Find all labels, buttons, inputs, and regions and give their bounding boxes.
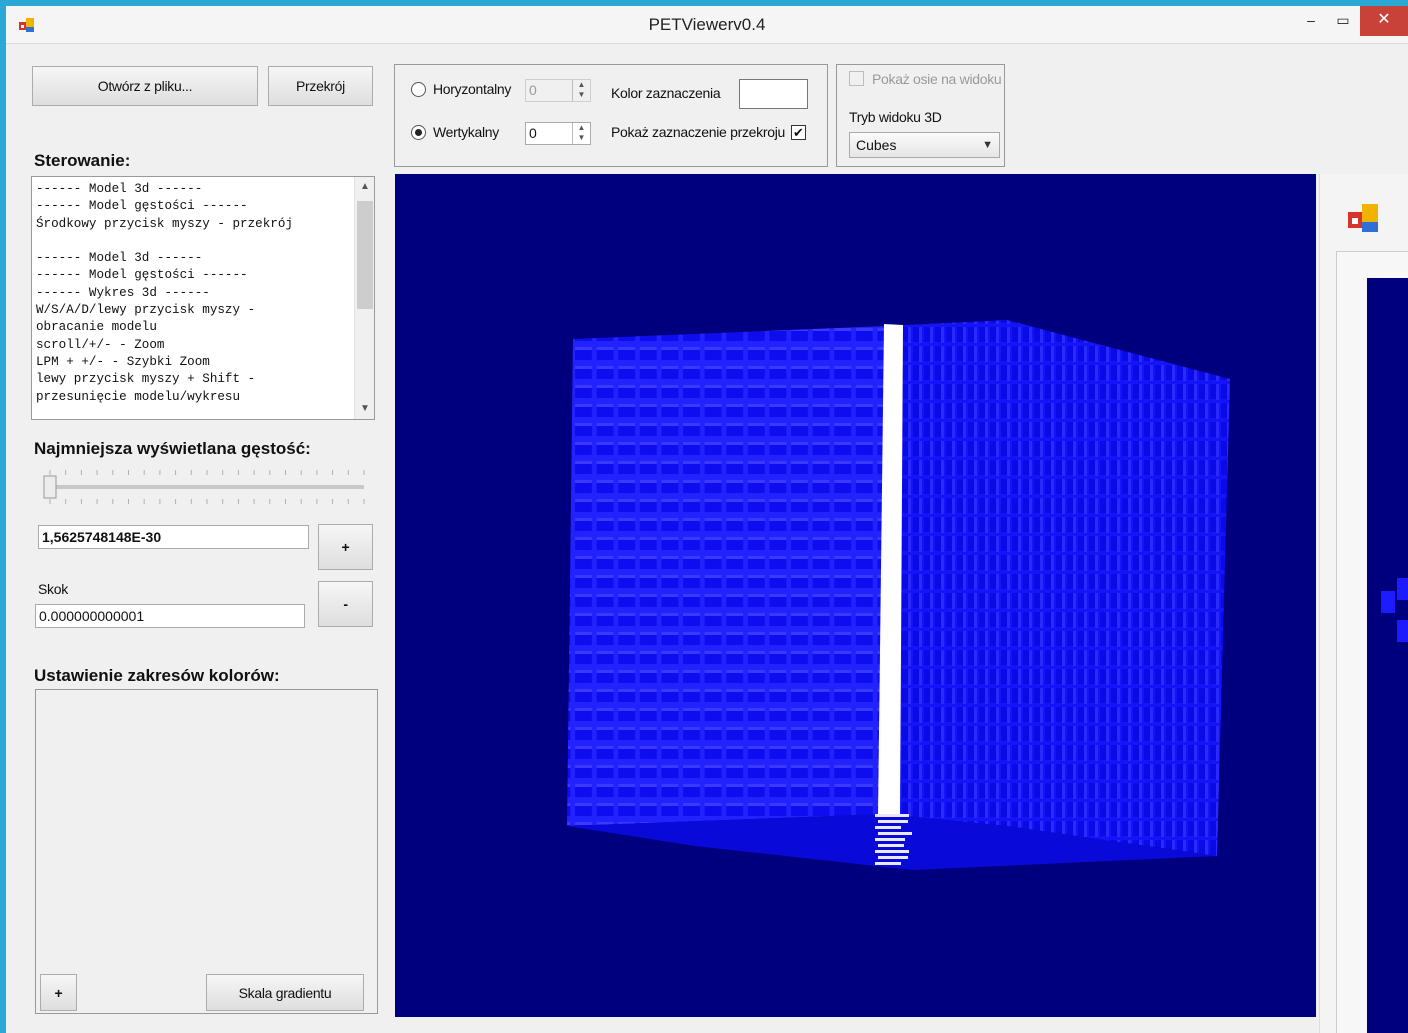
- slice-ridge: [878, 820, 908, 823]
- color-ranges-panel: + Skala gradientu: [35, 689, 378, 1014]
- density-slider[interactable]: [36, 464, 370, 510]
- app-icon: [1348, 204, 1378, 232]
- scroll-down-icon[interactable]: ▼: [355, 399, 374, 419]
- vertical-label: Wertykalny: [433, 124, 499, 140]
- slice-ridge: [878, 832, 912, 835]
- step-label: Skok: [38, 581, 68, 597]
- highlight-color-swatch[interactable]: [739, 79, 808, 109]
- app-window: PETViewerv0.4 – ▭ ✕ Otwórz z pliku... Pr…: [6, 6, 1408, 1033]
- view-mode-value: Cubes: [856, 137, 897, 153]
- slider-thumb[interactable]: [43, 475, 57, 499]
- show-section-label: Pokaż zaznaczenie przekroju: [611, 124, 785, 140]
- show-section-checkbox[interactable]: ✔: [791, 125, 806, 140]
- density-minus-button[interactable]: -: [318, 581, 373, 627]
- chevron-down-icon: ▼: [982, 139, 993, 151]
- slice-ridge: [875, 814, 909, 817]
- second-window-panel: [1319, 174, 1408, 1033]
- voxel-fragment: [1397, 620, 1408, 642]
- horizontal-value: 0: [529, 82, 537, 98]
- vertical-value: 0: [529, 125, 537, 141]
- density-value-field[interactable]: 1,5625748148E-30: [38, 525, 309, 549]
- horizontal-radio[interactable]: [411, 82, 426, 97]
- color-ranges-heading: Ustawienie zakresów kolorów:: [34, 666, 280, 685]
- scroll-up-icon[interactable]: ▲: [355, 177, 374, 197]
- window-title: PETViewerv0.4: [648, 15, 766, 34]
- voxel-cube-render: [567, 320, 1230, 870]
- step-field[interactable]: 0.000000000001: [35, 604, 305, 628]
- gradient-scale-button[interactable]: Skala gradientu: [206, 974, 364, 1011]
- controls-textbox[interactable]: ------ Model 3d ------ ------ Model gęst…: [31, 176, 375, 420]
- density-heading: Najmniejsza wyświetlana gęstość:: [34, 439, 311, 458]
- section-options-group: Horyzontalny 0 ▲ ▼ Wertykalny 0 ▲ ▼ Kolor …: [394, 64, 828, 167]
- show-axes-checkbox[interactable]: [849, 71, 864, 86]
- vertical-radio[interactable]: [411, 125, 426, 140]
- slice-ridge: [875, 862, 901, 865]
- vertical-stepper[interactable]: 0 ▲ ▼: [525, 122, 591, 145]
- show-axes-label: Pokaż osie na widoku: [872, 71, 1002, 87]
- slice-ridge: [875, 850, 909, 853]
- highlight-color-label: Kolor zaznaczenia: [611, 85, 721, 101]
- section-button[interactable]: Przekrój: [268, 66, 373, 106]
- slice-ridge: [875, 838, 905, 841]
- second-viewport[interactable]: [1367, 278, 1408, 1033]
- density-plus-button[interactable]: +: [318, 524, 373, 570]
- second-viewport-frame: [1336, 251, 1408, 1033]
- controls-scrollbar[interactable]: ▲ ▼: [354, 177, 374, 419]
- close-button[interactable]: ✕: [1360, 6, 1408, 36]
- view-mode-label: Tryb widoku 3D: [849, 109, 942, 125]
- slice-ridge: [875, 826, 901, 829]
- horizontal-stepper[interactable]: 0 ▲ ▼: [525, 79, 591, 102]
- controls-text: ------ Model 3d ------ ------ Model gęst…: [36, 182, 293, 404]
- view-mode-select[interactable]: Cubes ▼: [849, 132, 1000, 158]
- horizontal-label: Horyzontalny: [433, 81, 512, 97]
- slice-ridge: [878, 844, 904, 847]
- title-bar: PETViewerv0.4 – ▭ ✕: [6, 6, 1408, 44]
- voxel-fragment: [1381, 591, 1395, 613]
- open-file-button[interactable]: Otwórz z pliku...: [32, 66, 258, 106]
- minimize-button[interactable]: –: [1296, 6, 1326, 36]
- voxel-fragment: [1397, 578, 1408, 600]
- cube-side-face: [885, 320, 1230, 856]
- spin-arrows-icon[interactable]: ▲ ▼: [572, 80, 590, 101]
- view-options-group: Pokaż osie na widoku Tryb widoku 3D Cube…: [836, 64, 1005, 167]
- spin-arrows-icon[interactable]: ▲ ▼: [572, 123, 590, 144]
- controls-heading: Sterowanie:: [34, 151, 131, 170]
- maximize-button[interactable]: ▭: [1328, 6, 1358, 36]
- add-color-range-button[interactable]: +: [40, 974, 77, 1011]
- scroll-thumb[interactable]: [357, 201, 373, 309]
- slice-ridge: [878, 856, 908, 859]
- cube-front-face: [567, 326, 886, 826]
- viewport-3d[interactable]: [395, 174, 1316, 1017]
